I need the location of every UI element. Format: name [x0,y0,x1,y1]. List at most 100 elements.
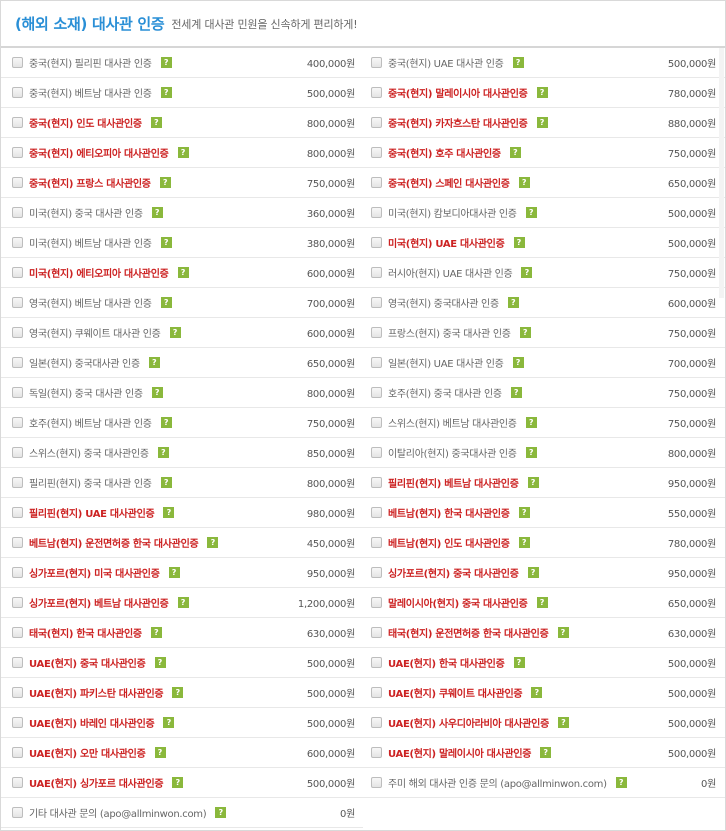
help-icon[interactable]: ? [207,537,219,548]
service-item[interactable]: 베트남(현지) 한국 대사관인증? 550,000원 [363,498,725,528]
service-item[interactable]: 말레이시아(현지) 중국 대사관인증? 650,000원 [363,588,725,618]
help-icon[interactable]: ? [509,147,521,158]
service-checkbox[interactable] [12,537,23,548]
service-item[interactable]: UAE(현지) 쿠웨이트 대사관인증? 500,000원 [363,678,725,708]
service-checkbox[interactable] [12,267,23,278]
service-checkbox[interactable] [12,177,23,188]
service-item[interactable]: UAE(현지) 파키스탄 대사관인증? 500,000원 [1,678,363,708]
help-icon[interactable]: ? [507,297,519,308]
help-icon[interactable]: ? [160,417,172,428]
help-icon[interactable]: ? [160,57,172,68]
service-checkbox[interactable] [371,657,382,668]
help-icon[interactable]: ? [160,237,172,248]
help-icon[interactable]: ? [150,627,162,638]
help-icon[interactable]: ? [536,87,548,98]
service-checkbox[interactable] [12,447,23,458]
service-item[interactable]: 필리핀(현지) 중국 대사관 인증? 800,000원 [1,468,363,498]
service-item[interactable]: 중국(현지) 필리핀 대사관 인증? 400,000원 [1,48,363,78]
service-item[interactable]: 싱가포르(현지) 베트남 대사관인증? 1,200,000원 [1,588,363,618]
service-checkbox[interactable] [371,297,382,308]
help-icon[interactable]: ? [525,447,537,458]
help-icon[interactable]: ? [169,327,181,338]
service-checkbox[interactable] [12,687,23,698]
service-item[interactable]: 러시아(현지) UAE 대사관 인증? 750,000원 [363,258,725,288]
help-icon[interactable]: ? [163,507,175,518]
service-item[interactable]: 필리핀(현지) UAE 대사관인증? 980,000원 [1,498,363,528]
service-checkbox[interactable] [371,57,382,68]
service-checkbox[interactable] [12,297,23,308]
help-icon[interactable]: ? [536,117,548,128]
service-checkbox[interactable] [371,207,382,218]
help-icon[interactable]: ? [525,207,537,218]
service-item[interactable]: 미국(현지) 에티오피아 대사관인증? 600,000원 [1,258,363,288]
help-icon[interactable]: ? [519,327,531,338]
service-item[interactable]: 필리핀(현지) 베트남 대사관인증? 950,000원 [363,468,725,498]
help-icon[interactable]: ? [150,117,162,128]
scrollbar[interactable] [719,48,724,298]
help-icon[interactable]: ? [527,477,539,488]
service-item[interactable]: 중국(현지) 카자흐스탄 대사관인증? 880,000원 [363,108,725,138]
service-item[interactable]: 호주(현지) 중국 대사관 인증? 750,000원 [363,378,725,408]
help-icon[interactable]: ? [536,597,548,608]
service-checkbox[interactable] [371,717,382,728]
service-item[interactable]: 중국(현지) 호주 대사관인증? 750,000원 [363,138,725,168]
service-checkbox[interactable] [12,627,23,638]
service-checkbox[interactable] [12,357,23,368]
service-checkbox[interactable] [12,657,23,668]
help-icon[interactable]: ? [160,87,172,98]
help-icon[interactable]: ? [160,477,172,488]
service-item[interactable]: 일본(현지) 중국대사관 인증? 650,000원 [1,348,363,378]
service-checkbox[interactable] [371,267,382,278]
service-checkbox[interactable] [12,387,23,398]
help-icon[interactable]: ? [177,147,189,158]
service-item[interactable]: UAE(현지) 오만 대사관인증? 600,000원 [1,738,363,768]
service-item[interactable]: 영국(현지) 베트남 대사관 인증? 700,000원 [1,288,363,318]
service-item[interactable]: 독일(현지) 중국 대사관 인증? 800,000원 [1,378,363,408]
help-icon[interactable]: ? [159,177,171,188]
service-item[interactable]: 중국(현지) 에티오피아 대사관인증? 800,000원 [1,138,363,168]
help-icon[interactable]: ? [510,387,522,398]
help-icon[interactable]: ? [521,267,533,278]
help-icon[interactable]: ? [558,717,569,728]
service-checkbox[interactable] [12,117,23,128]
service-item[interactable]: 주미 해외 대사관 인증 문의 (apo@allminwon.com)? 0원 [363,768,725,798]
service-item[interactable]: 중국(현지) UAE 대사관 인증? 500,000원 [363,48,725,78]
service-item[interactable]: 영국(현지) 중국대사관 인증? 600,000원 [363,288,725,318]
service-checkbox[interactable] [12,777,23,788]
service-checkbox[interactable] [371,147,382,158]
help-icon[interactable]: ? [512,57,524,68]
service-item[interactable]: 호주(현지) 베트남 대사관 인증? 750,000원 [1,408,363,438]
service-item[interactable]: 미국(현지) 베트남 대사관 인증? 380,000원 [1,228,363,258]
help-icon[interactable]: ? [154,747,166,758]
help-icon[interactable]: ? [172,777,184,788]
service-item[interactable]: UAE(현지) 사우디아라비아 대사관인증? 500,000원 [363,708,725,738]
service-item[interactable]: 스위스(현지) 베트남 대사관인증? 750,000원 [363,408,725,438]
service-item[interactable]: 중국(현지) 베트남 대사관 인증? 500,000원 [1,78,363,108]
service-checkbox[interactable] [12,147,23,158]
service-checkbox[interactable] [371,417,382,428]
service-checkbox[interactable] [371,747,382,758]
help-icon[interactable]: ? [527,567,539,578]
service-checkbox[interactable] [12,717,23,728]
service-item[interactable]: 베트남(현지) 인도 대사관인증? 780,000원 [363,528,725,558]
service-item[interactable]: 영국(현지) 쿠웨이트 대사관 인증? 600,000원 [1,318,363,348]
service-checkbox[interactable] [12,57,23,68]
service-checkbox[interactable] [371,627,382,638]
service-checkbox[interactable] [371,597,382,608]
help-icon[interactable]: ? [177,597,189,608]
service-item[interactable]: 베트남(현지) 운전면허증 한국 대사관인증? 450,000원 [1,528,363,558]
service-checkbox[interactable] [371,777,382,788]
help-icon[interactable]: ? [215,807,227,818]
help-icon[interactable]: ? [513,237,525,248]
service-item[interactable]: UAE(현지) 바레인 대사관인증? 500,000원 [1,708,363,738]
help-icon[interactable]: ? [615,777,627,788]
service-checkbox[interactable] [371,507,382,518]
service-checkbox[interactable] [12,807,23,818]
service-checkbox[interactable] [371,177,382,188]
service-item[interactable]: 중국(현지) 말레이시아 대사관인증? 780,000원 [363,78,725,108]
service-item[interactable]: UAE(현지) 한국 대사관인증? 500,000원 [363,648,725,678]
service-item[interactable]: 스위스(현지) 중국 대사관인증? 850,000원 [1,438,363,468]
service-checkbox[interactable] [12,327,23,338]
service-checkbox[interactable] [12,597,23,608]
help-icon[interactable]: ? [148,357,160,368]
